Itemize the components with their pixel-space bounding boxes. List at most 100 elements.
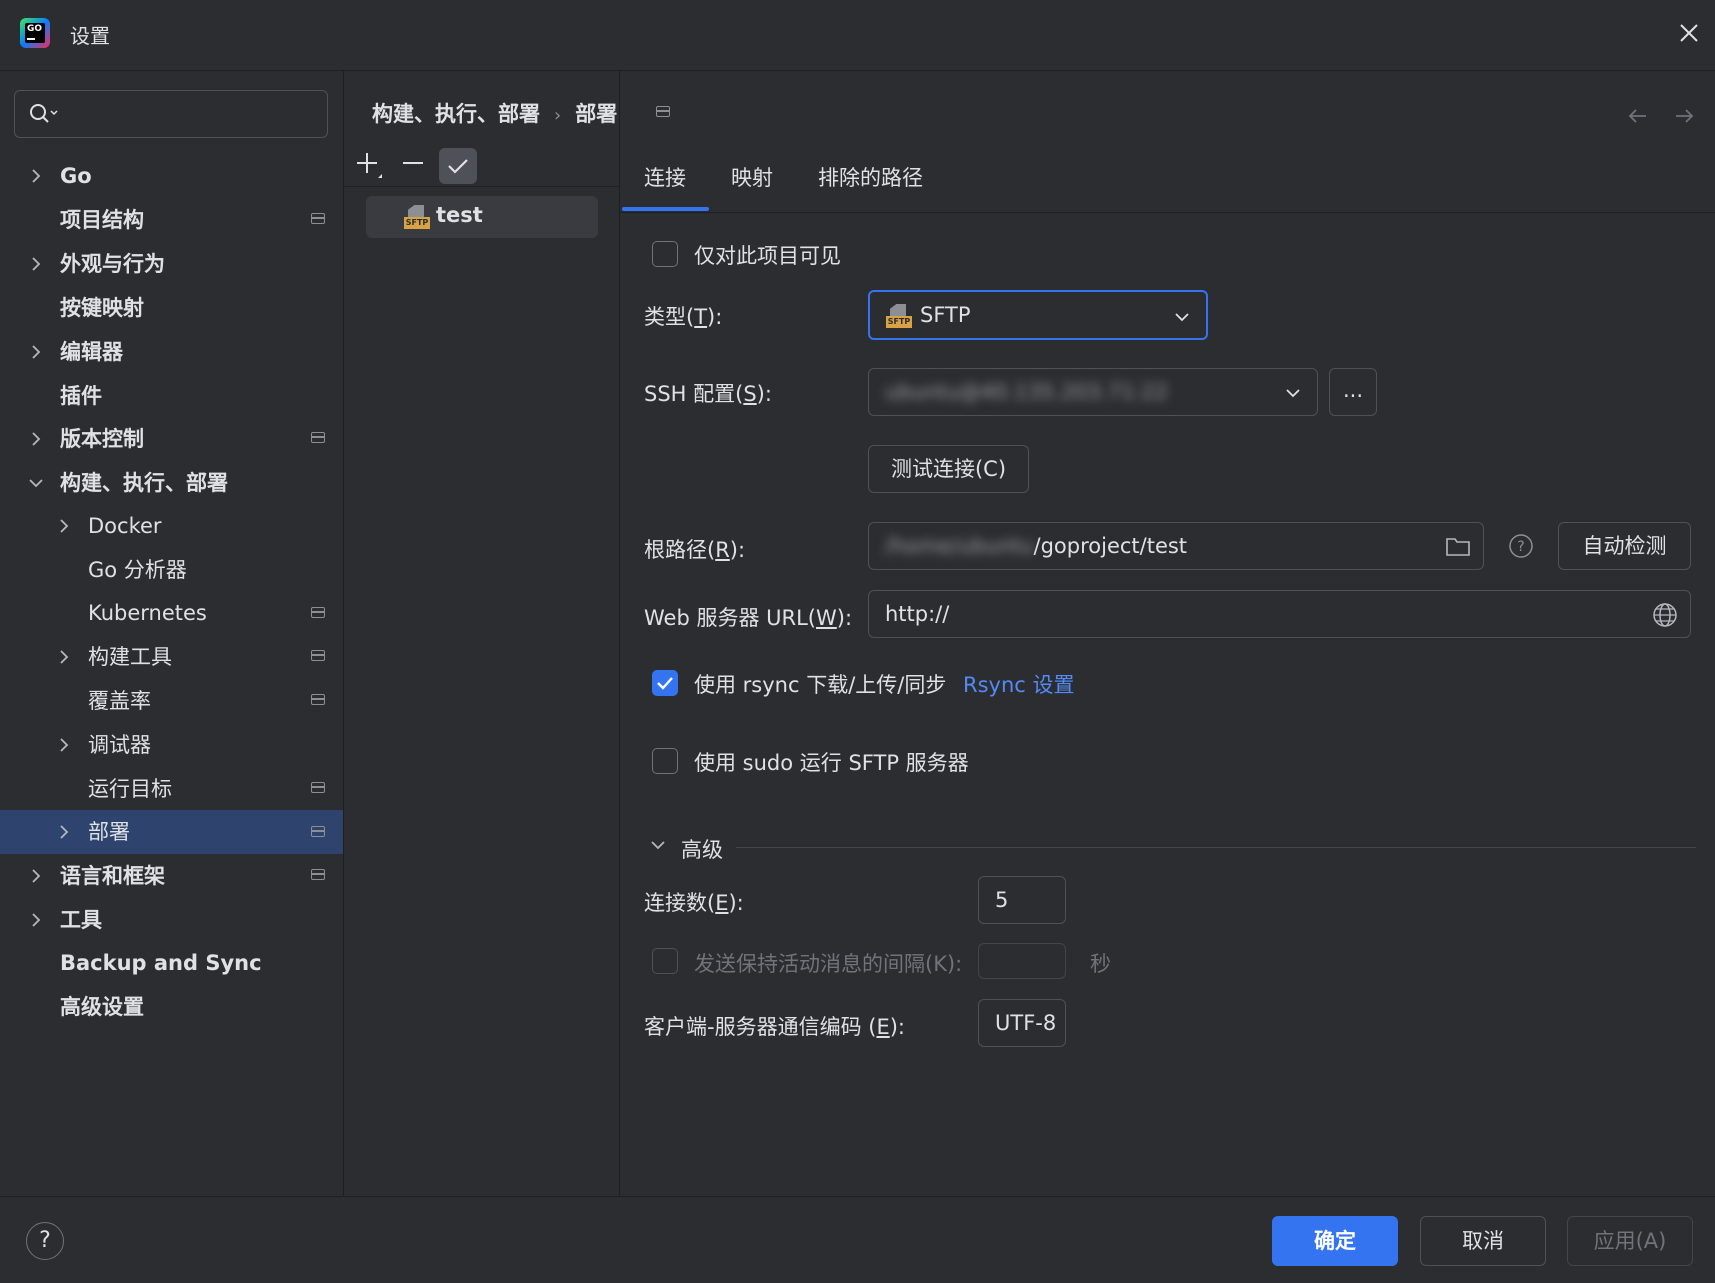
project-level-icon (311, 869, 325, 880)
connections-input[interactable]: 5 (978, 876, 1066, 924)
sidebar-item-languages-frameworks[interactable]: 语言和框架 (60, 858, 165, 894)
help-button[interactable]: ? (26, 1222, 64, 1260)
ssh-config-browse-button[interactable]: ... (1329, 368, 1377, 416)
project-level-icon (311, 694, 325, 705)
tabs-divider (620, 212, 1715, 213)
sidebar-item-label: 外观与行为 (60, 252, 165, 276)
breadcrumb-parent[interactable]: 构建、执行、部署 (372, 102, 540, 126)
sidebar-item-plugins[interactable]: 插件 (60, 378, 102, 414)
encoding-value: UTF-8 (995, 1011, 1057, 1035)
chevron-down-icon[interactable] (28, 475, 44, 491)
tab-connection[interactable]: 连接 (644, 162, 686, 192)
search-icon (30, 104, 58, 123)
tab-mappings[interactable]: 映射 (731, 162, 773, 192)
sidebar-item-advanced-settings[interactable]: 高级设置 (60, 989, 144, 1025)
sidebar-item-keymap[interactable]: 按键映射 (60, 290, 144, 326)
sidebar-item-label: 调试器 (88, 733, 151, 757)
folder-icon[interactable] (1445, 535, 1471, 557)
type-value: SFTP (920, 303, 971, 327)
ok-button[interactable]: 确定 (1272, 1216, 1398, 1266)
chevron-right-icon[interactable] (28, 344, 44, 360)
cancel-button[interactable]: 取消 (1420, 1216, 1546, 1266)
sidebar-item-label: Go 分析器 (88, 558, 187, 582)
rsync-settings-link[interactable]: Rsync 设置 (963, 669, 1075, 699)
root-path-input[interactable]: /home/ubuntu/goproject/test (868, 522, 1484, 570)
encoding-label: 客户端-服务器通信编码 (E): (644, 1015, 906, 1039)
server-list-item-test[interactable]: SFTP test (366, 196, 598, 238)
ssh-config-label: SSH 配置(S): (644, 382, 772, 406)
chevron-right-icon[interactable] (56, 737, 72, 753)
add-icon[interactable] (354, 150, 384, 182)
set-default-button[interactable] (439, 148, 477, 184)
type-dropdown[interactable]: SFTP SFTP (868, 290, 1208, 340)
root-path-value: /goproject/test (1033, 534, 1188, 558)
sidebar-item-appearance[interactable]: 外观与行为 (60, 246, 165, 282)
sidebar-item-tools[interactable]: 工具 (60, 902, 102, 938)
forward-arrow-icon[interactable] (1672, 104, 1696, 128)
sidebar-item-debugger[interactable]: 调试器 (88, 727, 151, 763)
use-rsync-checkbox[interactable] (652, 670, 678, 696)
sftp-server-icon: SFTP (404, 204, 430, 230)
globe-icon[interactable] (1652, 602, 1678, 628)
connections-label: 连接数(E): (644, 891, 744, 915)
web-server-url-input[interactable]: http:// (868, 590, 1691, 638)
advanced-section-title[interactable]: 高级 (681, 834, 723, 864)
sidebar-item-go-profiler[interactable]: Go 分析器 (88, 552, 187, 588)
sidebar-item-deployment[interactable]: 部署 (88, 814, 130, 850)
active-tab-indicator (622, 207, 709, 211)
auto-detect-button[interactable]: 自动检测 (1558, 522, 1691, 570)
chevron-down-icon (1286, 389, 1300, 398)
tab-excluded-paths[interactable]: 排除的路径 (818, 162, 923, 192)
chevron-right-icon[interactable] (56, 824, 72, 840)
chevron-right-icon[interactable] (28, 912, 44, 928)
chevron-right-icon[interactable] (28, 168, 44, 184)
chevron-right-icon[interactable] (56, 518, 72, 534)
use-rsync-label: 使用 rsync 下载/上传/同步 (694, 673, 947, 697)
sidebar-item-label: 覆盖率 (88, 689, 151, 713)
apply-button[interactable]: 应用(A) (1567, 1216, 1693, 1266)
chevron-right-icon[interactable] (28, 431, 44, 447)
close-icon[interactable] (1676, 20, 1702, 46)
keepalive-input[interactable] (978, 943, 1066, 979)
connections-value: 5 (995, 888, 1009, 912)
check-icon (448, 159, 468, 174)
keepalive-checkbox[interactable] (652, 948, 678, 974)
sidebar-item-vcs[interactable]: 版本控制 (60, 421, 144, 457)
sidebar-item-label: 按键映射 (60, 296, 144, 320)
project-level-icon (311, 782, 325, 793)
chevron-down-icon[interactable] (650, 837, 666, 853)
chevron-down-icon (1175, 313, 1189, 322)
use-sudo-checkbox[interactable] (652, 748, 678, 774)
goland-app-icon: GO (20, 18, 50, 48)
chevron-right-icon[interactable] (28, 256, 44, 272)
back-arrow-icon[interactable] (1626, 104, 1650, 128)
sidebar-item-label: 插件 (60, 384, 102, 408)
sidebar-selected-highlight (0, 810, 343, 854)
chevron-right-icon[interactable] (56, 649, 72, 665)
sidebar-item-label: Kubernetes (88, 601, 207, 625)
chevron-right-icon[interactable] (28, 868, 44, 884)
settings-search-input[interactable] (14, 90, 328, 138)
sidebar-item-editor[interactable]: 编辑器 (60, 334, 123, 370)
remove-icon[interactable] (400, 150, 426, 176)
visible-only-project-checkbox[interactable] (652, 241, 678, 267)
sidebar-item-docker[interactable]: Docker (88, 508, 162, 544)
sidebar-item-build-tools[interactable]: 构建工具 (88, 639, 172, 675)
sidebar-item-coverage[interactable]: 覆盖率 (88, 683, 151, 719)
help-icon[interactable]: ? (1508, 533, 1534, 559)
test-connection-button[interactable]: 测试连接(C) (868, 445, 1029, 493)
encoding-input[interactable]: UTF-8 (978, 999, 1066, 1047)
sidebar-item-backup-sync[interactable]: Backup and Sync (60, 945, 262, 981)
sidebar-item-run-targets[interactable]: 运行目标 (88, 771, 172, 807)
sidebar-item-go[interactable]: Go (60, 158, 92, 194)
sidebar-item-project-structure[interactable]: 项目结构 (60, 202, 144, 238)
breadcrumb-separator: › (554, 105, 562, 126)
sidebar-item-kubernetes[interactable]: Kubernetes (88, 595, 207, 631)
root-path-label: 根路径(R): (644, 538, 746, 562)
ssh-config-value: ubuntu@40.135.203.71:22 (885, 380, 1169, 404)
svg-text:?: ? (1517, 539, 1524, 555)
sidebar-item-label: 项目结构 (60, 208, 144, 232)
ssh-config-dropdown[interactable]: ubuntu@40.135.203.71:22 (868, 368, 1318, 416)
sidebar-item-label: Go (60, 164, 92, 188)
sidebar-item-build-execution-deployment[interactable]: 构建、执行、部署 (60, 465, 228, 501)
